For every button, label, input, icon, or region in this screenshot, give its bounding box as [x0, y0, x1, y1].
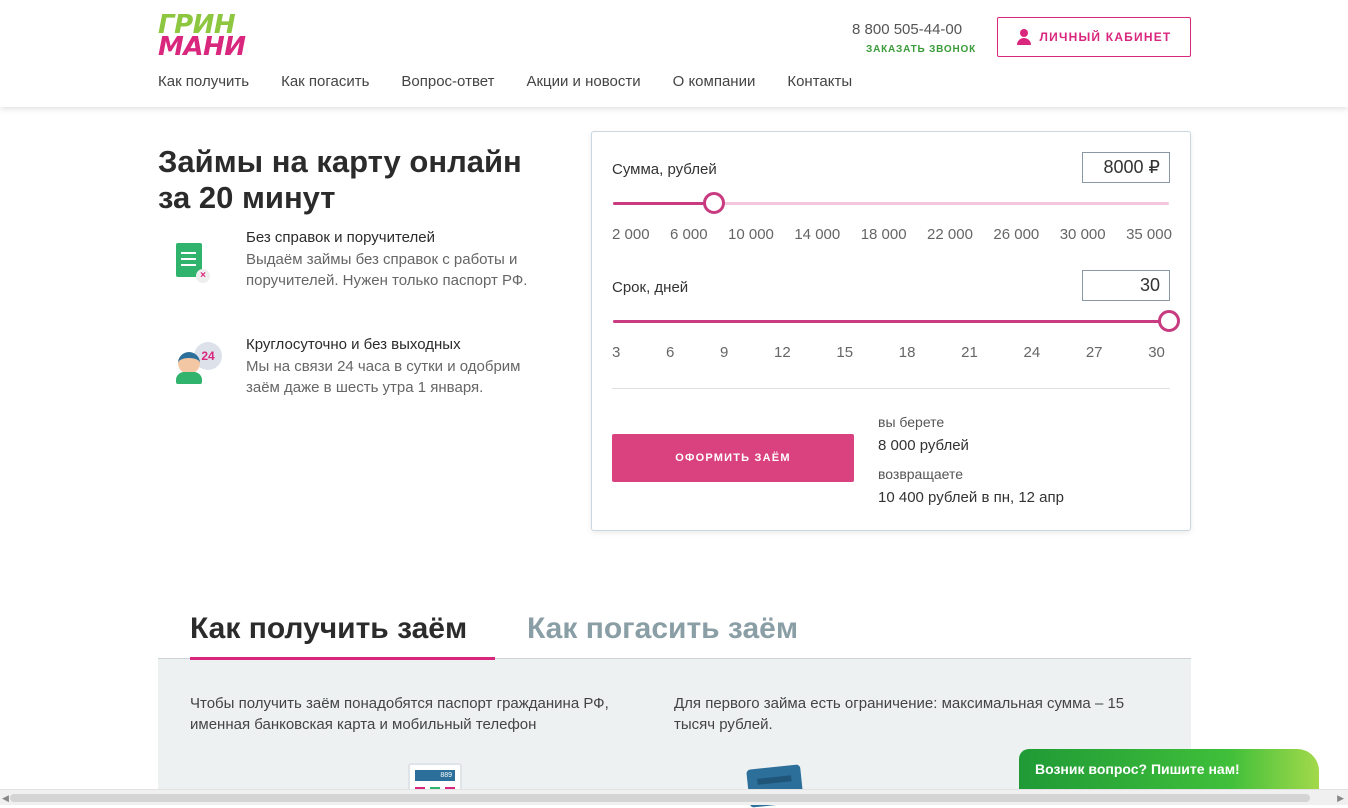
- amount-tick: 18 000: [860, 226, 907, 243]
- operator-24-icon: 24: [170, 342, 222, 392]
- loan-calculator: Сумма, рублей 8000 ₽ 2 000 6 000 10 000 …: [591, 131, 1191, 531]
- take-label: вы берете: [878, 414, 945, 430]
- term-tick: 27: [1085, 344, 1103, 361]
- personal-cabinet-label: ЛИЧНЫЙ КАБИНЕТ: [1039, 30, 1172, 44]
- term-tick: 6: [666, 344, 675, 361]
- nav-promos-news[interactable]: Акции и новости: [526, 73, 640, 90]
- tab-how-to-repay[interactable]: Как погасить заём: [527, 612, 798, 646]
- horizontal-scrollbar[interactable]: ◀ ▶: [0, 789, 1348, 805]
- feature-title: Без справок и поручителей: [246, 229, 435, 246]
- term-tick: 3: [612, 344, 621, 361]
- nav-faq[interactable]: Вопрос-ответ: [401, 73, 494, 90]
- term-tick: 18: [898, 344, 916, 361]
- callback-link[interactable]: ЗАКАЗАТЬ ЗВОНОК: [866, 44, 976, 55]
- term-tick: 12: [774, 344, 791, 361]
- return-value: 10 400 рублей в пн, 12 апр: [878, 489, 1064, 506]
- term-slider-track[interactable]: [613, 320, 1169, 323]
- amount-tick: 22 000: [927, 226, 973, 243]
- scroll-right-icon[interactable]: ▶: [1337, 793, 1344, 804]
- nav-contacts[interactable]: Контакты: [787, 73, 852, 90]
- term-label: Срок, дней: [612, 279, 689, 296]
- term-ticks: 3 6 9 12 15 18 21 24 27 30: [612, 344, 1172, 361]
- term-tick: 24: [1023, 344, 1041, 361]
- term-slider-fill: [613, 320, 1169, 323]
- user-icon: [1016, 29, 1031, 45]
- nav-how-to-repay[interactable]: Как погасить: [281, 73, 369, 90]
- term-input[interactable]: 30: [1082, 270, 1170, 301]
- take-value: 8 000 рублей: [878, 437, 969, 454]
- personal-cabinet-button[interactable]: ЛИЧНЫЙ КАБИНЕТ: [997, 17, 1191, 57]
- chat-widget-button[interactable]: Возник вопрос? Пишите нам!: [1019, 749, 1319, 789]
- feature-title: Круглосуточно и без выходных: [246, 336, 461, 353]
- apply-loan-button[interactable]: ОФОРМИТЬ ЗАЁМ: [612, 434, 854, 482]
- term-slider-thumb[interactable]: [1158, 310, 1180, 332]
- amount-tick: 30 000: [1059, 226, 1106, 243]
- active-tab-indicator: [190, 657, 495, 660]
- amount-tick: 26 000: [993, 226, 1040, 243]
- howto-text-right: Для первого займа есть ограничение: макс…: [674, 695, 1125, 733]
- term-tick: 30: [1148, 344, 1165, 361]
- scrollbar-thumb[interactable]: [10, 794, 1310, 802]
- logo[interactable]: ГРИН МАНИ: [158, 12, 258, 62]
- return-label: возвращаете: [878, 466, 964, 482]
- amount-tick: 6 000: [670, 226, 708, 243]
- amount-label: Сумма, рублей: [612, 161, 717, 178]
- feature-text: Выдаём займы без справок с работы и пору…: [246, 251, 528, 289]
- amount-tick: 10 000: [728, 226, 774, 243]
- nav-how-to-get[interactable]: Как получить: [158, 73, 249, 90]
- phone-number[interactable]: 8 800 505-44-00: [852, 21, 962, 38]
- tab-how-to-get[interactable]: Как получить заём: [190, 612, 467, 646]
- main-nav: Как получить Как погасить Вопрос-ответ А…: [158, 73, 852, 90]
- nav-about[interactable]: О компании: [673, 73, 756, 90]
- amount-input[interactable]: 8000 ₽: [1082, 152, 1170, 183]
- amount-slider-track[interactable]: [613, 202, 1169, 205]
- calculator-icon-display: 889: [415, 770, 455, 781]
- term-tick: 9: [720, 344, 729, 361]
- feature-text: Мы на связи 24 часа в сутки и одобрим за…: [246, 358, 521, 396]
- document-icon: ×: [170, 239, 220, 289]
- amount-tick: 14 000: [794, 226, 841, 243]
- term-tick: 21: [961, 344, 978, 361]
- page-title: Займы на карту онлайн за 20 минут: [158, 144, 522, 215]
- amount-slider-thumb[interactable]: [703, 192, 726, 214]
- logo-line2: МАНИ: [158, 32, 246, 62]
- howto-text-left: Чтобы получить заём понадобятся паспорт …: [190, 695, 609, 733]
- amount-tick: 2 000: [612, 226, 650, 243]
- calc-divider: [612, 388, 1170, 389]
- amount-tick: 35 000: [1126, 226, 1172, 243]
- amount-ticks: 2 000 6 000 10 000 14 000 18 000 22 000 …: [612, 226, 1172, 243]
- site-header: ГРИН МАНИ 8 800 505-44-00 ЗАКАЗАТЬ ЗВОНО…: [0, 0, 1348, 107]
- amount-slider-fill: [613, 202, 715, 205]
- term-tick: 15: [836, 344, 854, 361]
- scroll-left-icon[interactable]: ◀: [2, 793, 9, 804]
